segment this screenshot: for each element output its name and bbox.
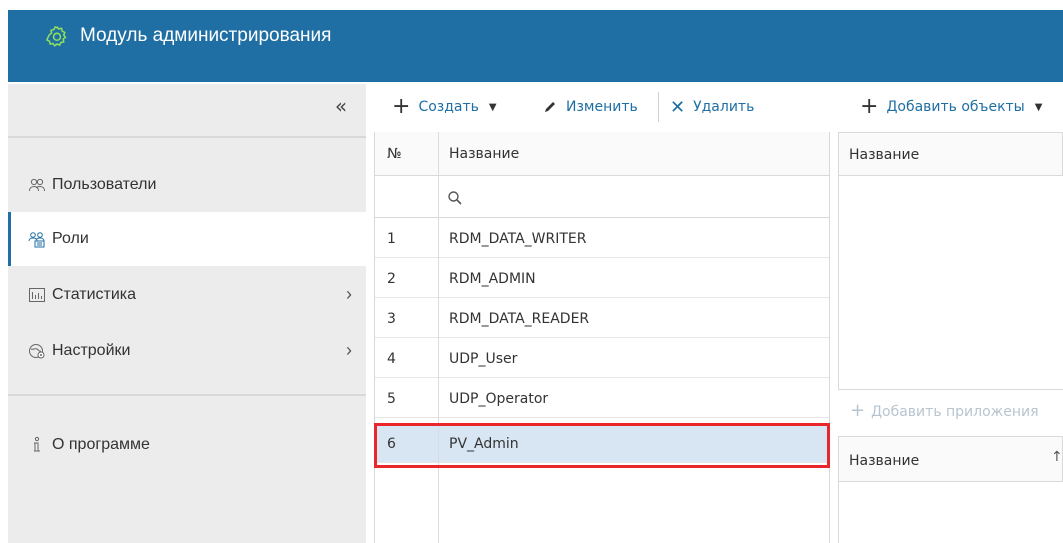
row-number: 6 xyxy=(387,436,396,452)
column-header-name[interactable]: Название xyxy=(849,453,919,469)
row-number: 2 xyxy=(387,271,396,287)
create-label: Создать xyxy=(418,99,479,115)
table-row-selected[interactable]: 6 PV_Admin xyxy=(375,423,829,463)
applications-table-body xyxy=(838,482,1063,543)
admin-module-window: Модуль администрирования « Пользователи … xyxy=(0,0,1063,543)
sidebar-item-label: Статистика xyxy=(52,286,137,303)
settings-icon xyxy=(29,344,45,359)
app-header: Модуль администрирования xyxy=(8,10,1063,82)
info-icon xyxy=(33,436,40,452)
app-title: Модуль администрирования xyxy=(80,25,332,46)
column-header-name[interactable]: Название xyxy=(449,146,519,162)
column-divider xyxy=(438,132,439,543)
row-number: 5 xyxy=(387,391,396,407)
row-name: RDM_DATA_READER xyxy=(449,311,590,327)
sidebar: « Пользователи Роли Статистика › Настрой… xyxy=(8,84,366,543)
sidebar-item-label: Роли xyxy=(52,230,89,247)
row-name: RDM_ADMIN xyxy=(449,271,536,287)
roles-table: № Название 1 RDM_DATA_WRITER 2 RDM_ADMIN… xyxy=(374,132,830,543)
row-number: 1 xyxy=(387,231,396,247)
sidebar-item-settings[interactable]: Настройки › xyxy=(8,324,366,378)
create-button[interactable]: + Создать ▼ xyxy=(392,96,497,118)
statistics-icon xyxy=(29,288,45,302)
column-header-name[interactable]: Название xyxy=(849,147,919,163)
chevron-down-icon: ▼ xyxy=(1034,101,1043,113)
sidebar-divider xyxy=(8,136,366,138)
row-name: UDP_Operator xyxy=(449,391,549,407)
sort-icon[interactable]: ↑ xyxy=(1051,449,1063,465)
sidebar-item-label: О программе xyxy=(52,436,150,453)
row-name: PV_Admin xyxy=(449,436,519,452)
sidebar-item-roles[interactable]: Роли xyxy=(8,212,366,266)
row-number: 3 xyxy=(387,311,396,327)
table-header: № Название xyxy=(375,132,829,176)
plus-icon: + xyxy=(392,94,411,119)
toolbar-separator xyxy=(658,92,659,122)
row-number: 4 xyxy=(387,351,396,367)
close-icon: ✕ xyxy=(670,96,686,118)
table-row[interactable]: 3 RDM_DATA_READER xyxy=(375,298,829,338)
objects-table-header: Название xyxy=(838,132,1063,176)
search-icon xyxy=(448,191,462,205)
gear-icon xyxy=(45,26,67,47)
objects-table-body xyxy=(838,176,1063,390)
filter-row[interactable] xyxy=(375,176,829,218)
column-header-number[interactable]: № xyxy=(387,146,402,162)
objects-panel: Название + Добавить приложения Название ↑ xyxy=(838,132,1063,543)
delete-label: Удалить xyxy=(693,99,755,115)
toolbar: + Создать ▼ Изменить ✕ Удалить + Добавит… xyxy=(366,84,1063,132)
add-objects-label: Добавить объекты xyxy=(886,99,1025,115)
table-row[interactable]: 5 UDP_Operator xyxy=(375,378,829,418)
row-name: RDM_DATA_WRITER xyxy=(449,231,587,247)
table-row[interactable]: 2 RDM_ADMIN xyxy=(375,258,829,298)
users-icon xyxy=(29,178,45,192)
applications-table-header: Название ↑ xyxy=(838,436,1063,482)
sidebar-item-statistics[interactable]: Статистика › xyxy=(8,268,366,322)
add-applications-button[interactable]: + Добавить приложения xyxy=(850,400,1039,421)
table-row[interactable]: 1 RDM_DATA_WRITER xyxy=(375,218,829,258)
sidebar-item-about[interactable]: О программе xyxy=(8,418,366,472)
collapse-sidebar-button[interactable]: « xyxy=(326,92,356,120)
sidebar-item-label: Пользователи xyxy=(52,176,157,193)
sidebar-divider xyxy=(8,394,366,396)
sidebar-item-users[interactable]: Пользователи xyxy=(8,158,366,212)
table-row[interactable]: 4 UDP_User xyxy=(375,338,829,378)
delete-button[interactable]: ✕ Удалить xyxy=(670,96,754,118)
chevron-right-icon: › xyxy=(346,340,352,360)
row-name: UDP_User xyxy=(449,351,518,367)
chevron-right-icon: › xyxy=(346,284,352,304)
edit-label: Изменить xyxy=(566,99,638,115)
pencil-icon xyxy=(545,102,555,112)
roles-icon xyxy=(28,232,45,248)
edit-button[interactable]: Изменить xyxy=(542,96,638,118)
chevron-down-icon: ▼ xyxy=(488,101,497,113)
plus-icon: + xyxy=(860,94,879,119)
plus-icon: + xyxy=(850,400,866,421)
add-objects-button[interactable]: + Добавить объекты ▼ xyxy=(860,96,1042,118)
add-applications-label: Добавить приложения xyxy=(871,404,1039,420)
sidebar-item-label: Настройки xyxy=(52,342,131,359)
